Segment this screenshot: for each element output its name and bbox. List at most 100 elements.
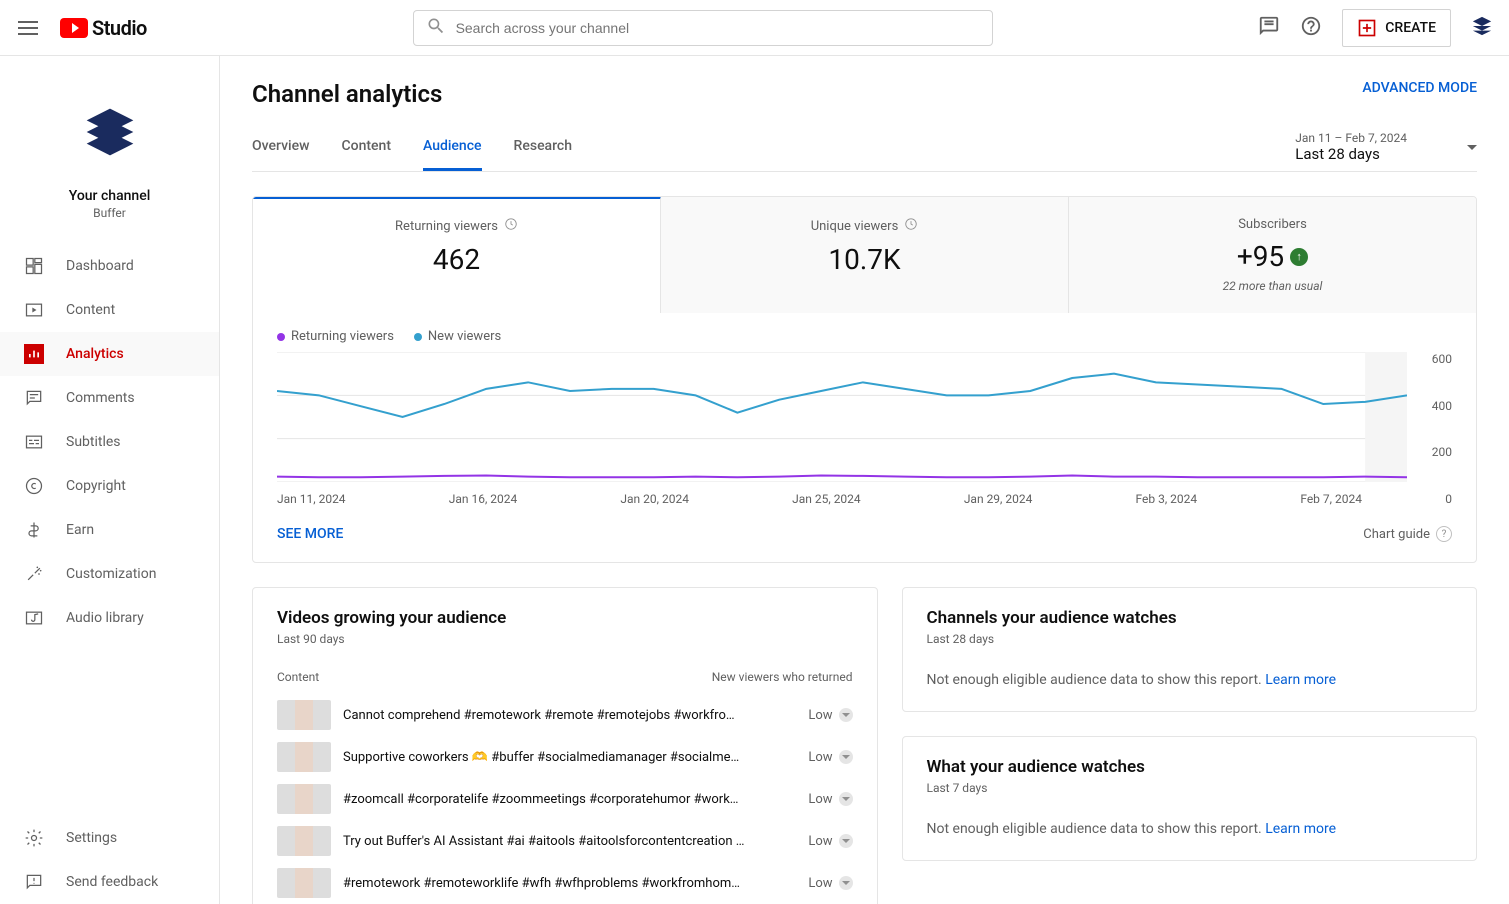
- search-box[interactable]: [413, 10, 993, 46]
- trend-up-icon: ↑: [1290, 248, 1308, 266]
- table-row[interactable]: #remotework #remoteworklife #wfh #wfhpro…: [277, 862, 853, 904]
- sidebar-item-label: Settings: [66, 830, 117, 846]
- sidebar-item-label: Comments: [66, 390, 135, 406]
- search-icon: [426, 16, 446, 40]
- video-title: #zoomcall #corporatelife #zoommeetings #…: [343, 792, 796, 807]
- row-metric: Low: [808, 876, 852, 891]
- sidebar-item-label: Send feedback: [66, 874, 158, 890]
- date-range-text: Jan 11 – Feb 7, 2024: [1295, 131, 1407, 145]
- search-input[interactable]: [456, 20, 980, 36]
- create-label: CREATE: [1385, 20, 1436, 36]
- chart-guide[interactable]: Chart guide ?: [1363, 526, 1452, 542]
- channel-name: Buffer: [0, 206, 219, 220]
- sidebar-item-label: Subtitles: [66, 434, 121, 450]
- chevron-down-icon: [1467, 145, 1477, 150]
- stat-tab-unique-viewers[interactable]: Unique viewers10.7K: [661, 197, 1069, 313]
- your-channel-label: Your channel: [0, 188, 219, 204]
- sidebar-item-audio-library[interactable]: Audio library: [0, 596, 219, 640]
- feedback-icon: [24, 872, 44, 892]
- sidebar-item-label: Copyright: [66, 478, 126, 494]
- sidebar-item-comments[interactable]: Comments: [0, 376, 219, 420]
- col-content: Content: [277, 670, 319, 684]
- card-body-text: Not enough eligible audience data to sho…: [927, 821, 1262, 837]
- col-returned: New viewers who returned: [712, 670, 853, 684]
- table-row[interactable]: Try out Buffer's AI Assistant #ai #aitoo…: [277, 820, 853, 862]
- metric-icon: [839, 834, 853, 848]
- metric-icon: [839, 876, 853, 890]
- row-metric: Low: [808, 750, 852, 765]
- tab-research[interactable]: Research: [514, 124, 572, 171]
- sidebar-item-dashboard[interactable]: Dashboard: [0, 244, 219, 288]
- sidebar-item-subtitles[interactable]: Subtitles: [0, 420, 219, 464]
- channel-block[interactable]: Your channel Buffer: [0, 72, 219, 244]
- sidebar-item-label: Audio library: [66, 610, 144, 626]
- earn-icon: [24, 520, 44, 540]
- sidebar-item-content[interactable]: Content: [0, 288, 219, 332]
- dashboard-icon: [24, 256, 44, 276]
- card-title: Channels your audience watches: [927, 608, 1453, 628]
- sidebar-item-earn[interactable]: Earn: [0, 508, 219, 552]
- card-title: What your audience watches: [927, 757, 1453, 777]
- metric-icon: [839, 750, 853, 764]
- app-header: Studio CREATE: [0, 0, 1509, 56]
- main-content: Channel analytics ADVANCED MODE Overview…: [220, 56, 1509, 904]
- stat-tab-returning-viewers[interactable]: Returning viewers462: [253, 196, 661, 313]
- tab-audience[interactable]: Audience: [423, 124, 482, 171]
- page-title: Channel analytics: [252, 80, 442, 108]
- date-range-picker[interactable]: Jan 11 – Feb 7, 2024 Last 28 days: [1295, 131, 1477, 171]
- stats-card: Returning viewers462Unique viewers10.7KS…: [252, 196, 1477, 563]
- video-thumbnail: [277, 826, 331, 856]
- copyright-icon: [24, 476, 44, 496]
- settings-icon: [24, 828, 44, 848]
- card-title: Videos growing your audience: [277, 608, 853, 628]
- sidebar-item-send-feedback[interactable]: Send feedback: [0, 860, 219, 904]
- video-thumbnail: [277, 784, 331, 814]
- audio-icon: [24, 608, 44, 628]
- viewers-chart: [277, 352, 1407, 482]
- card-sub: Last 90 days: [277, 632, 853, 646]
- sidebar-item-label: Dashboard: [66, 258, 134, 274]
- info-icon: [504, 217, 518, 235]
- sidebar-item-label: Content: [66, 302, 115, 318]
- video-title: Supportive coworkers 🫶 #buffer #socialme…: [343, 750, 796, 765]
- table-row[interactable]: Supportive coworkers 🫶 #buffer #socialme…: [277, 736, 853, 778]
- chat-icon[interactable]: [1258, 15, 1280, 41]
- menu-icon[interactable]: [16, 16, 40, 40]
- sidebar-item-copyright[interactable]: Copyright: [0, 464, 219, 508]
- analytics-icon: [24, 344, 44, 364]
- video-title: Try out Buffer's AI Assistant #ai #aitoo…: [343, 834, 796, 849]
- row-metric: Low: [808, 708, 852, 723]
- advanced-mode-link[interactable]: ADVANCED MODE: [1362, 80, 1477, 96]
- videos-growing-card: Videos growing your audience Last 90 day…: [252, 587, 878, 904]
- card-body-text: Not enough eligible audience data to sho…: [927, 672, 1262, 688]
- video-title: Cannot comprehend #remotework #remote #r…: [343, 708, 796, 723]
- metric-icon: [839, 792, 853, 806]
- create-button[interactable]: CREATE: [1342, 9, 1451, 47]
- tab-content[interactable]: Content: [341, 124, 391, 171]
- table-row[interactable]: Cannot comprehend #remotework #remote #r…: [277, 694, 853, 736]
- subtitles-icon: [24, 432, 44, 452]
- table-row[interactable]: #zoomcall #corporatelife #zoommeetings #…: [277, 778, 853, 820]
- sidebar-item-analytics[interactable]: Analytics: [0, 332, 219, 376]
- metric-icon: [839, 708, 853, 722]
- sidebar-item-customization[interactable]: Customization: [0, 552, 219, 596]
- card-sub: Last 7 days: [927, 781, 1453, 795]
- learn-more-link[interactable]: Learn more: [1265, 821, 1336, 837]
- help-icon[interactable]: [1300, 15, 1322, 41]
- sidebar-item-settings[interactable]: Settings: [0, 816, 219, 860]
- studio-logo[interactable]: Studio: [60, 16, 147, 40]
- see-more-link[interactable]: SEE MORE: [277, 526, 343, 542]
- comments-icon: [24, 388, 44, 408]
- learn-more-link[interactable]: Learn more: [1265, 672, 1336, 688]
- sidebar-item-label: Customization: [66, 566, 156, 582]
- row-metric: Low: [808, 792, 852, 807]
- stat-tab-subscribers[interactable]: Subscribers+95↑22 more than usual: [1069, 197, 1476, 313]
- row-metric: Low: [808, 834, 852, 849]
- channel-avatar: [70, 92, 150, 172]
- customization-icon: [24, 564, 44, 584]
- legend-item: New viewers: [414, 329, 501, 344]
- youtube-icon: [60, 18, 88, 38]
- legend-item: Returning viewers: [277, 329, 394, 344]
- account-icon[interactable]: [1471, 15, 1493, 41]
- tab-overview[interactable]: Overview: [252, 124, 309, 171]
